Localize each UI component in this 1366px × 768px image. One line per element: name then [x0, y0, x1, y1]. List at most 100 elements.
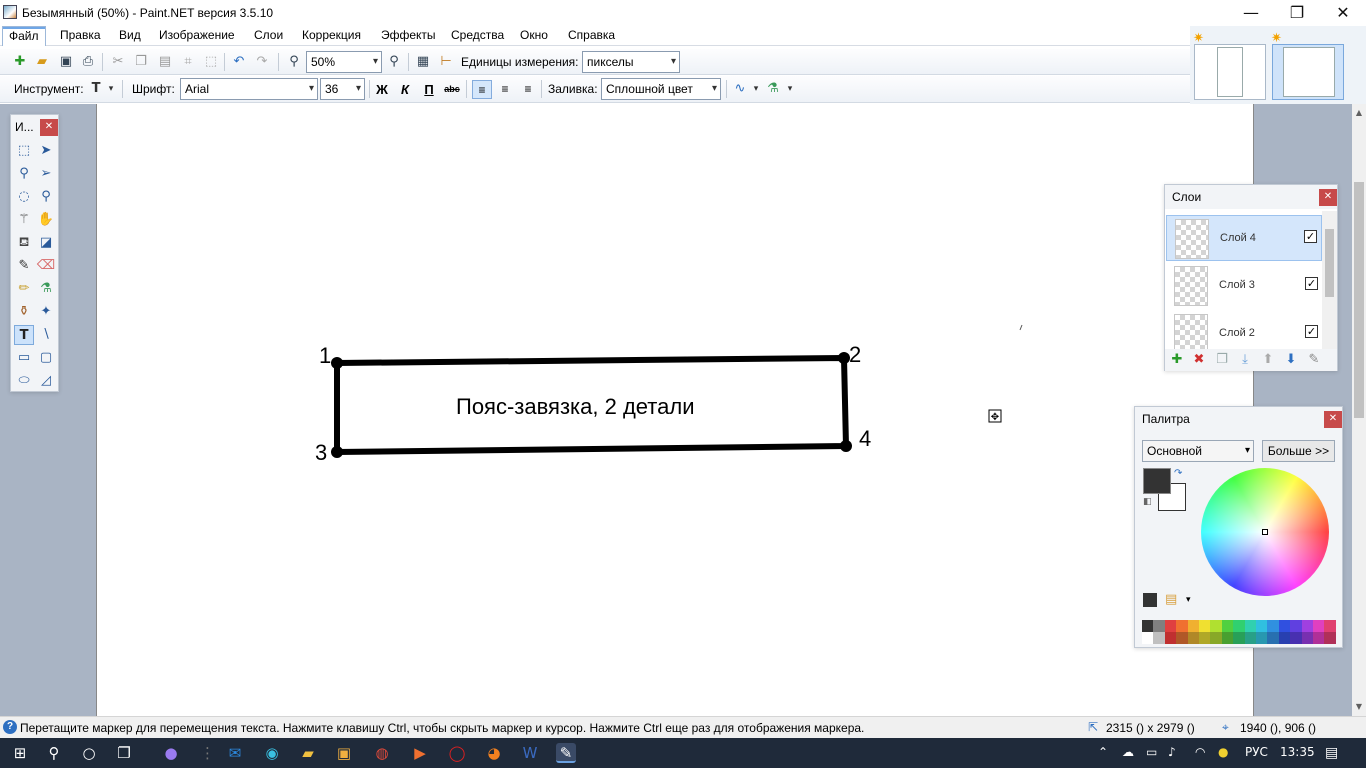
close-button[interactable]: ✕	[1320, 0, 1366, 26]
align-center-button[interactable]: ≡	[495, 80, 515, 99]
zoom-in-icon[interactable]: ⚲	[386, 54, 402, 70]
open-icon[interactable]: ▰	[34, 54, 50, 70]
rectangle-select-icon[interactable]: ⬚	[14, 141, 34, 161]
color-swatch[interactable]	[1267, 632, 1280, 644]
color-swatch[interactable]	[1210, 620, 1223, 632]
color-swatch[interactable]	[1244, 620, 1257, 632]
layer-row[interactable]: Слой 3 ✓	[1166, 263, 1322, 309]
store-icon[interactable]: ▣	[334, 743, 354, 763]
color-swatch[interactable]	[1324, 620, 1337, 632]
pan-hand-icon[interactable]: ✋	[36, 210, 56, 230]
color-swatch[interactable]	[1313, 620, 1325, 632]
color-swatch[interactable]	[1233, 632, 1246, 644]
magic-wand-icon[interactable]: ⚚	[14, 210, 34, 230]
tray-icon[interactable]: ▭	[1146, 745, 1157, 759]
zoom-combo[interactable]: 50% ▾	[306, 51, 382, 73]
reset-colors-icon[interactable]: ◧	[1143, 497, 1152, 507]
color-swatch[interactable]	[1210, 632, 1223, 644]
mail-icon[interactable]: ✉	[225, 743, 245, 763]
paintnet-taskbar-icon[interactable]: ✎	[556, 743, 576, 763]
word-icon[interactable]: W	[520, 743, 540, 763]
task-view-icon[interactable]: ❐	[114, 743, 134, 763]
edge-icon[interactable]: ◉	[262, 743, 282, 763]
menu-utilities[interactable]: Средства	[445, 26, 510, 46]
strikethrough-button[interactable]: abc	[442, 80, 462, 99]
move-handle-icon[interactable]: ✥	[988, 409, 1002, 423]
opera-icon[interactable]: ◯	[447, 743, 467, 763]
color-swatch[interactable]	[1301, 620, 1314, 632]
eraser-icon[interactable]: ⌫	[36, 256, 56, 276]
ellipse-select-icon[interactable]: ◌	[14, 187, 34, 207]
alice-icon[interactable]: ●	[161, 743, 181, 763]
undo-icon[interactable]: ↶	[231, 54, 247, 70]
scroll-down-icon[interactable]: ▼	[1352, 702, 1366, 711]
image-thumbnail-active[interactable]: ✷	[1271, 31, 1344, 100]
paste-icon[interactable]: ▤	[157, 54, 173, 70]
crop-icon[interactable]: ⌗	[180, 54, 196, 70]
redo-icon[interactable]: ↷	[254, 54, 270, 70]
media-player-icon[interactable]: ▶	[410, 743, 430, 763]
clock[interactable]: 13:35	[1280, 745, 1315, 759]
print-icon[interactable]: ⎙	[80, 54, 96, 70]
scrollbar-thumb[interactable]	[1354, 182, 1364, 418]
volume-icon[interactable]: ♪	[1168, 745, 1176, 759]
layer-properties-icon[interactable]: ✎	[1305, 352, 1323, 368]
menu-window[interactable]: Окно	[514, 26, 554, 46]
color-swatch[interactable]	[1313, 632, 1325, 644]
duplicate-layer-icon[interactable]: ❐	[1213, 352, 1231, 368]
cortana-icon[interactable]: ○	[79, 743, 99, 763]
bold-button[interactable]: Ж	[372, 80, 392, 99]
color-swatch[interactable]	[1324, 632, 1337, 644]
menu-adjustments[interactable]: Коррекция	[296, 26, 367, 46]
color-swatch[interactable]	[1153, 632, 1166, 644]
text-tool-icon[interactable]: T	[14, 325, 34, 345]
color-swatch[interactable]	[1221, 632, 1234, 644]
freeform-shape-icon[interactable]: ◿	[36, 371, 56, 391]
merge-layer-down-icon[interactable]: ⤓	[1236, 352, 1254, 368]
menu-edit[interactable]: Правка	[54, 26, 107, 46]
color-swatch[interactable]	[1142, 632, 1154, 644]
grid-icon[interactable]: ▦	[415, 54, 431, 70]
color-swatch[interactable]	[1187, 632, 1200, 644]
color-swatch[interactable]	[1244, 632, 1257, 644]
menu-help[interactable]: Справка	[562, 26, 621, 46]
firefox-icon[interactable]: ◕	[484, 743, 504, 763]
deselect-icon[interactable]: ⬚	[203, 54, 219, 70]
font-size-combo[interactable]: 36 ▾	[320, 78, 365, 100]
blend-mode-icon[interactable]: ⚗	[765, 81, 781, 97]
fill-combo[interactable]: Сплошной цвет ▾	[601, 78, 721, 100]
layer-row[interactable]: Слой 2 ✓	[1166, 311, 1322, 349]
tray-chevron-icon[interactable]: ⌃	[1098, 745, 1108, 759]
layer-visibility-checkbox[interactable]: ✓	[1305, 325, 1318, 338]
scroll-up-icon[interactable]: ▲	[1352, 108, 1366, 117]
paintbrush-icon[interactable]: ✎	[14, 256, 34, 276]
layer-visibility-checkbox[interactable]: ✓	[1305, 277, 1318, 290]
ruler-icon[interactable]: ⊢	[438, 54, 454, 70]
zoom-icon[interactable]: ⚲	[36, 187, 56, 207]
chevron-down-icon[interactable]: ▾	[785, 81, 795, 97]
windows-start-icon[interactable]: ⊞	[10, 743, 30, 763]
color-wheel-picker[interactable]	[1262, 529, 1268, 535]
color-swatch[interactable]	[1301, 632, 1314, 644]
close-icon[interactable]: ✕	[1319, 189, 1337, 206]
rounded-rectangle-icon[interactable]: ▢	[36, 348, 56, 368]
color-swatch[interactable]	[1187, 620, 1200, 632]
color-wheel[interactable]	[1201, 468, 1329, 596]
color-swatch[interactable]	[1256, 632, 1268, 644]
rectangle-shape-icon[interactable]: ▭	[14, 348, 34, 368]
tray-icon[interactable]: ☁	[1122, 745, 1134, 759]
layer-row[interactable]: Слой 4 ✓	[1166, 215, 1322, 261]
file-explorer-icon[interactable]: ▰	[298, 743, 318, 763]
color-swatch[interactable]	[1153, 620, 1166, 632]
move-layer-down-icon[interactable]: ⬇	[1282, 352, 1300, 368]
move-selection-icon[interactable]: ➤	[36, 141, 56, 161]
move-layer-up-icon[interactable]: ⬆	[1259, 352, 1277, 368]
color-swatch[interactable]	[1164, 632, 1177, 644]
search-icon[interactable]: ⚲	[44, 743, 64, 763]
units-combo[interactable]: пикселы ▾	[582, 51, 680, 73]
pencil-icon[interactable]: ✏	[14, 279, 34, 299]
primary-color-swatch[interactable]	[1143, 468, 1171, 494]
color-swatch[interactable]	[1256, 620, 1268, 632]
color-swatch[interactable]	[1278, 632, 1291, 644]
delete-layer-icon[interactable]: ✖	[1190, 352, 1208, 368]
